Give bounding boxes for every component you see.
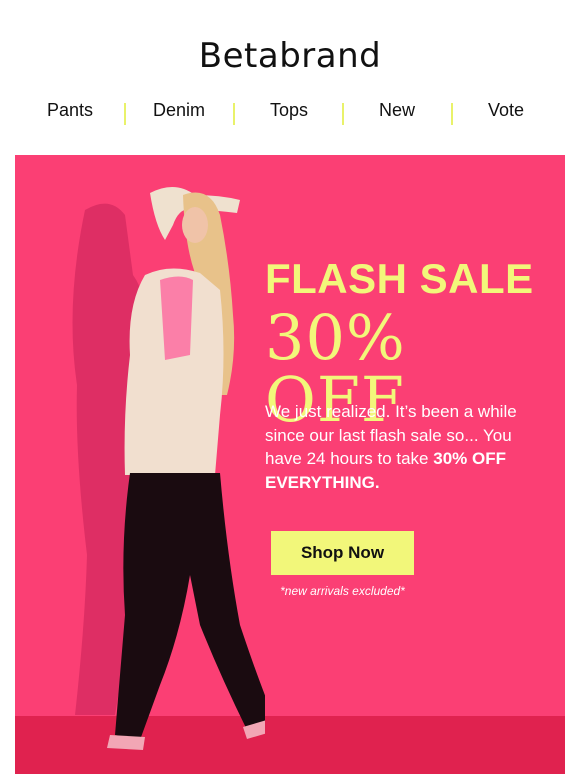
nav-item-pants[interactable]: Pants [20, 100, 120, 121]
brand-logo[interactable]: Betabrand [0, 36, 580, 76]
shop-now-button[interactable]: Shop Now [271, 531, 414, 575]
hero-banner[interactable]: FLASH SALE 30% OFF We just realized. It’… [15, 155, 565, 774]
nav-item-denim[interactable]: Denim [129, 100, 229, 121]
top-shape [160, 276, 193, 360]
nav-separator [124, 103, 126, 125]
pants-shape [115, 473, 265, 740]
nav-item-vote[interactable]: Vote [456, 100, 556, 121]
nav-separator [233, 103, 235, 125]
nav-separator [451, 103, 453, 125]
nav-item-tops[interactable]: Tops [239, 100, 339, 121]
promo-body-text: We just realized. It’s been a while sinc… [265, 400, 545, 494]
flash-sale-headline: FLASH SALE [265, 255, 534, 302]
nav-item-new[interactable]: New [347, 100, 447, 121]
nav-separator [342, 103, 344, 125]
model-photo-icon [72, 186, 265, 750]
shoe-shape [107, 735, 145, 750]
exclusion-footnote: *new arrivals excluded* [280, 584, 405, 598]
main-nav: Pants Denim Tops New Vote [0, 100, 580, 126]
face-shape [182, 207, 208, 243]
